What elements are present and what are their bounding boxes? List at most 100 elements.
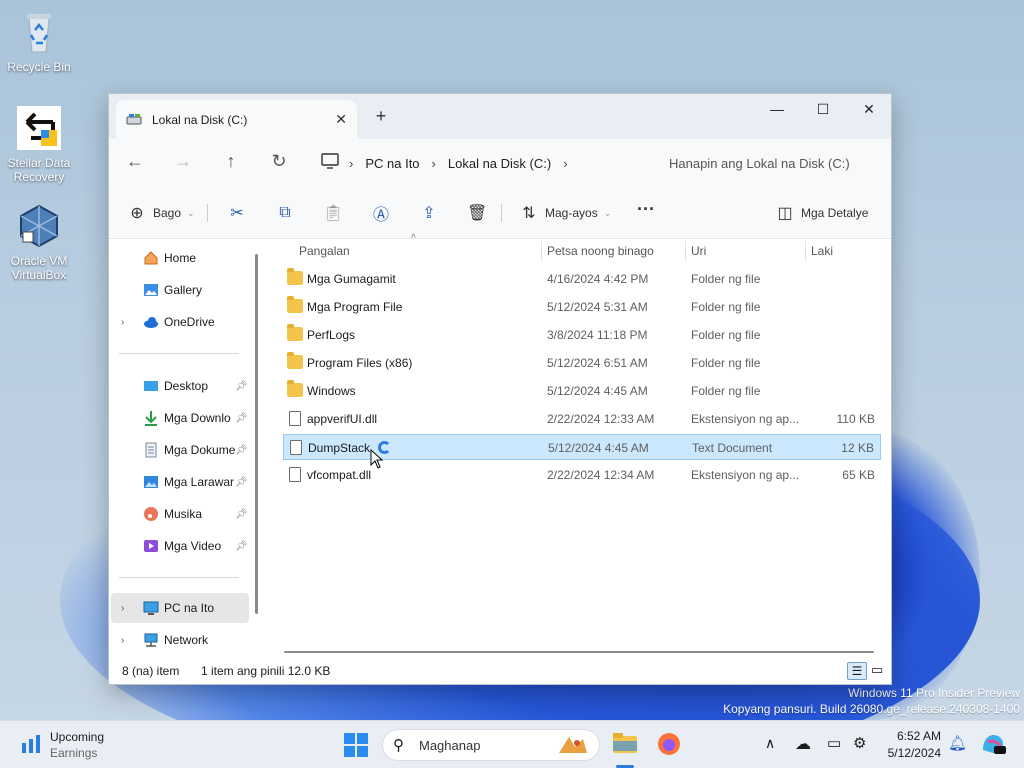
file-row[interactable]: Mga Program File 5/12/2024 5:31 AM Folde… [283, 294, 881, 320]
column-divider[interactable] [685, 241, 686, 261]
chevron-right-icon[interactable]: › [121, 317, 124, 328]
clock-time[interactable]: 6:52 AM [887, 729, 941, 743]
file-explorer-taskbar-icon[interactable] [612, 731, 638, 758]
file-row[interactable]: appverifUI.dll 2/22/2024 12:33 AM Eksten… [283, 406, 881, 432]
search-input[interactable]: Hanapin ang Lokal na Disk (C:) [657, 149, 877, 177]
nav-item-downloads[interactable]: Mga Downlo 📌︎ [111, 403, 249, 433]
chevron-up-icon[interactable]: ∧ [765, 735, 775, 752]
nav-item-this-pc[interactable]: › PC na Ito [111, 593, 249, 623]
clock-date[interactable]: 5/12/2024 [879, 746, 941, 760]
column-header-date[interactable]: Petsa noong binago [547, 239, 654, 263]
column-header-type[interactable]: Uri [691, 239, 706, 263]
toolbar-divider [207, 204, 208, 222]
desktop-icon-stellar[interactable]: Stellar Data Recovery [1, 104, 77, 184]
chevron-right-icon[interactable]: › [121, 603, 124, 614]
copilot-icon[interactable] [980, 732, 1006, 759]
monitor-icon[interactable] [321, 153, 339, 172]
widget-title[interactable]: Upcoming [50, 730, 104, 744]
nav-scrollbar[interactable] [255, 254, 258, 614]
sort-ascending-icon: ^ [411, 233, 416, 244]
item-count: 8 (na) item [122, 664, 180, 678]
file-row[interactable]: Mga Gumagamit 4/16/2024 4:42 PM Folder n… [283, 266, 881, 292]
file-row[interactable]: Windows 5/12/2024 4:45 AM Folder ng file [283, 378, 881, 404]
file-name: Mga Gumagamit [307, 272, 396, 286]
nav-item-network[interactable]: › Network [111, 625, 249, 655]
desktop-icon-recycle-bin[interactable]: Recycle Bin [1, 8, 77, 74]
nav-item-desktop[interactable]: Desktop 📌︎ [111, 371, 249, 401]
tiles-view-icon[interactable]: ▭ [871, 662, 883, 678]
details-pane-button[interactable]: ◫ Mga Detalye [775, 202, 868, 224]
network-status-icon[interactable]: ⚙ [853, 734, 866, 752]
nav-label: PC na Ito [164, 601, 215, 615]
column-divider[interactable] [805, 241, 806, 261]
horizontal-scrollbar[interactable] [284, 651, 874, 653]
nav-label: Mga Downlo [164, 411, 231, 425]
file-size: 110 KB [836, 412, 875, 426]
pin-icon: 📌︎ [235, 508, 248, 520]
nav-divider [119, 577, 239, 578]
refresh-icon[interactable]: ↻ [267, 151, 291, 172]
back-arrow-icon[interactable]: ← [123, 151, 147, 172]
display-icon[interactable]: ▭ [827, 734, 841, 752]
breadcrumb-chevron-icon[interactable]: › [349, 156, 353, 171]
nav-item-gallery[interactable]: Gallery [111, 275, 249, 305]
share-button[interactable]: ⇪ [419, 202, 439, 224]
start-button[interactable] [344, 733, 368, 760]
tab-local-disk[interactable]: Lokal na Disk (C:) ✕ [116, 100, 357, 139]
breadcrumb-chevron-icon[interactable]: › [563, 156, 567, 171]
forward-arrow-icon[interactable]: → [171, 151, 195, 172]
nav-item-home[interactable]: Home [111, 243, 249, 273]
widget-subtitle: Earnings [50, 746, 98, 760]
nav-item-pictures[interactable]: Mga Larawar 📌︎ [111, 467, 249, 497]
new-button[interactable]: ⊕ Bago ⌄ [127, 202, 194, 224]
column-header-size[interactable]: Laki [811, 239, 833, 263]
toolbar-divider [501, 204, 502, 222]
tab-label: Lokal na Disk (C:) [152, 112, 248, 127]
weather-widget-icon[interactable] [20, 733, 42, 758]
nav-label: Mga Larawar [164, 475, 235, 489]
desktop-icon-virtualbox[interactable]: Oracle VM VirtualBox [1, 202, 77, 282]
nav-item-onedrive[interactable]: › OneDrive [111, 307, 249, 337]
onedrive-offline-icon[interactable]: ☁ [795, 734, 811, 754]
search-icon: ⚲ [393, 737, 404, 754]
breadcrumb-local-disk[interactable]: Lokal na Disk (C:) [448, 156, 551, 171]
sort-button[interactable]: ⇅ Mag-ayos ⌄ [519, 202, 611, 224]
pin-icon: 📌︎ [235, 380, 248, 392]
pin-icon: 📌︎ [235, 540, 248, 552]
up-arrow-icon[interactable]: ↑ [219, 151, 243, 172]
close-button[interactable]: ✕ [846, 94, 892, 124]
rename-button[interactable]: Ⓐ [371, 202, 391, 224]
taskbar-search-box[interactable]: ⚲ Maghanap [382, 729, 600, 761]
file-row[interactable]: PerfLogs 3/8/2024 11:18 PM Folder ng fil… [283, 322, 881, 348]
breadcrumb-chevron-icon[interactable]: › [432, 156, 436, 171]
minimize-button[interactable]: — [754, 94, 800, 124]
nav-item-videos[interactable]: Mga Video 📌︎ [111, 531, 249, 561]
file-name: vfcompat.dll [307, 468, 372, 482]
copy-button[interactable]: ⧉ [275, 202, 295, 224]
paste-button[interactable]: 📋︎ [323, 202, 343, 224]
file-name: Program Files (x86) [307, 356, 413, 370]
file-row[interactable]: Program Files (x86) 5/12/2024 6:51 AM Fo… [283, 350, 881, 376]
column-header-name[interactable]: Pangalan [299, 239, 350, 263]
file-date: 3/8/2024 11:18 PM [547, 328, 648, 342]
address-row: ← → ↑ ↻ › PC na Ito › Lokal na Disk (C:)… [109, 139, 891, 186]
notification-bell-icon[interactable]: 🔔︎ [948, 734, 967, 752]
desktop-icon-label: Oracle VM VirtualBox [10, 254, 68, 282]
music-icon [143, 506, 159, 522]
nav-label: Home [164, 251, 197, 265]
tab-close-icon[interactable]: ✕ [335, 111, 347, 128]
chevron-right-icon[interactable]: › [121, 635, 124, 646]
nav-item-documents[interactable]: Mga Dokume 📌︎ [111, 435, 249, 465]
details-view-icon[interactable]: ☰ [847, 662, 867, 680]
more-options-icon[interactable]: ··· [637, 198, 655, 220]
maximize-button[interactable]: ☐ [800, 94, 846, 124]
new-tab-button[interactable]: + [371, 106, 391, 127]
delete-button[interactable]: 🗑︎ [467, 202, 487, 224]
breadcrumb-this-pc[interactable]: PC na Ito [365, 156, 419, 171]
details-pane-icon: ◫ [777, 205, 793, 222]
firefox-icon[interactable] [656, 731, 682, 760]
column-divider[interactable] [541, 241, 542, 261]
new-button-label: Bago [153, 206, 182, 220]
cut-button[interactable]: ✂ [227, 202, 247, 224]
nav-item-music[interactable]: Musika 📌︎ [111, 499, 249, 529]
